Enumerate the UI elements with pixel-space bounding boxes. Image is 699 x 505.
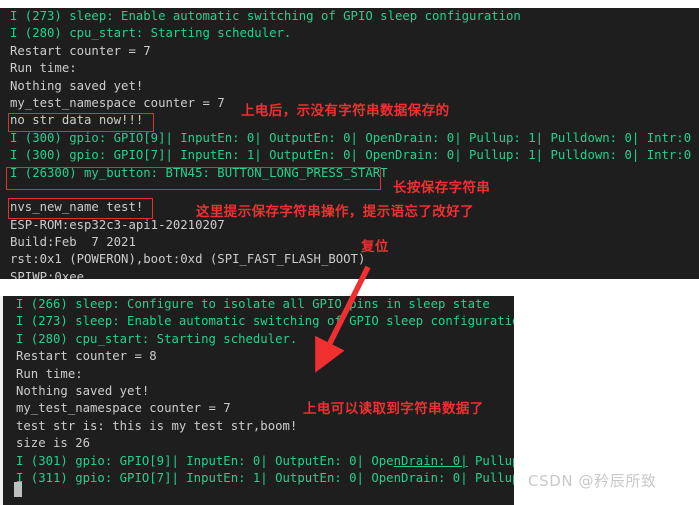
terminal-line: I (300) gpio: GPIO[7]| InputEn: 1| Outpu…: [10, 148, 692, 163]
terminal-line: I (26300) my_button: BTN45: BUTTON_LONG_…: [10, 165, 388, 180]
terminal-line: I (273) sleep: Enable automatic switchin…: [10, 9, 521, 23]
annotation-save-hint-note: 这里提示保存字符串操作，提示语忘了改好了: [196, 204, 474, 220]
terminal-line: I (266) sleep: Configure to isolate all …: [16, 297, 490, 311]
top-terminal-panel[interactable]: I (273) sleep: Enable automatic switchin…: [0, 8, 699, 279]
bottom-terminal-log-output: I (266) sleep: Configure to isolate all …: [16, 296, 514, 487]
csdn-watermark: CSDN @矜辰所致: [528, 472, 657, 490]
annotation-can-read-string: 上电可以读取到字符串数据了: [303, 401, 484, 417]
terminal-line: test str is: this is my test str,boom!: [16, 418, 298, 433]
terminal-line: I (300) gpio: GPIO[9]| InputEn: 0| Outpu…: [10, 130, 692, 145]
terminal-line: Restart counter = 7: [10, 43, 151, 58]
terminal-line: SPIWP:0xee: [10, 269, 85, 279]
terminal-line: size is 26: [16, 436, 91, 451]
terminal-line: I (280) cpu_start: Starting scheduler.: [10, 26, 292, 41]
terminal-line: Run time:: [10, 61, 77, 76]
terminal-line: Build:Feb 7 2021: [10, 235, 136, 250]
annotation-reset: 复位: [361, 239, 389, 255]
annotation-long-press-save: 长按保存字符串: [393, 180, 491, 196]
terminal-cursor: [14, 482, 22, 497]
terminal-line: Restart counter = 8: [16, 349, 157, 364]
top-terminal-log-output: I (273) sleep: Enable automatic switchin…: [10, 8, 691, 279]
terminal-line: Run time:: [16, 366, 83, 381]
terminal-line: I (280) cpu_start: Starting scheduler.: [16, 331, 298, 346]
terminal-line: I (311) gpio: GPIO[7]| InputEn: 1| Outpu…: [16, 470, 514, 485]
terminal-line: I (301) gpio: GPIO[9]| InputEn: 0| Outpu…: [16, 453, 514, 468]
annotation-power-on-no-string: 上电后，示没有字符串数据保存的: [241, 103, 450, 119]
terminal-line: rst:0x1 (POWERON),boot:0xd (SPI_FAST_FLA…: [10, 252, 366, 267]
terminal-line: I (273) sleep: Enable automatic switchin…: [16, 314, 514, 329]
terminal-line: Nothing saved yet!: [10, 78, 144, 93]
underlined-token[interactable]: nDrain: 0|: [394, 454, 468, 468]
